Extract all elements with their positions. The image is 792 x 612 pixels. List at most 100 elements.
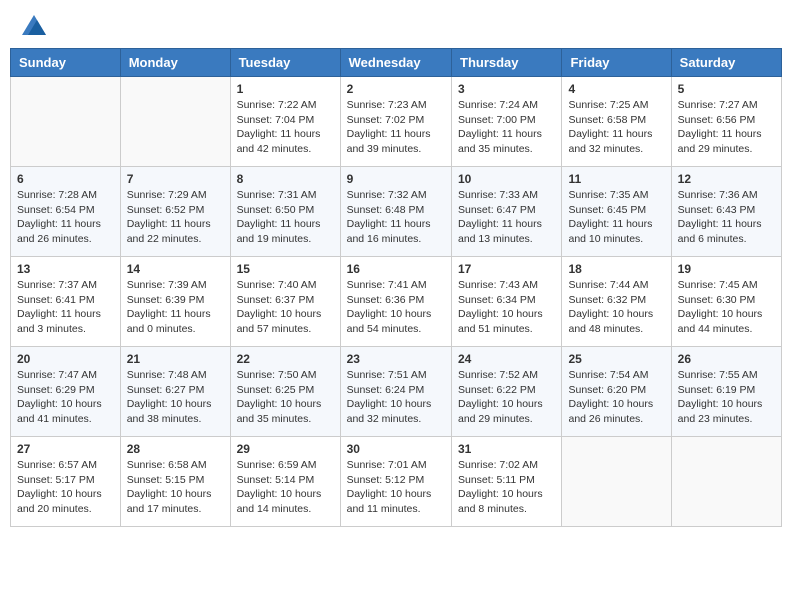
calendar-cell: 20 Sunrise: 7:47 AM Sunset: 6:29 PM Dayli… — [11, 347, 121, 437]
column-header-thursday: Thursday — [452, 49, 562, 77]
day-number: 9 — [347, 172, 445, 186]
calendar-cell: 4 Sunrise: 7:25 AM Sunset: 6:58 PM Daylig… — [562, 77, 671, 167]
cell-content: Sunrise: 7:25 AM Sunset: 6:58 PM Dayligh… — [568, 98, 664, 157]
day-number: 4 — [568, 82, 664, 96]
calendar-cell: 23Sunrise: 7:51 AM Sunset: 6:24 PM Dayli… — [340, 347, 451, 437]
calendar-cell: 21 Sunrise: 7:48 AM Sunset: 6:27 PM Dayli… — [120, 347, 230, 437]
day-number: 18 — [568, 262, 664, 276]
cell-content: Sunrise: 7:29 AM Sunset: 6:52 PM Dayligh… — [127, 188, 224, 247]
day-number: 25 — [568, 352, 664, 366]
calendar-cell: 15 Sunrise: 7:40 AM Sunset: 6:37 PM Dayli… — [230, 257, 340, 347]
calendar-cell: 29Sunrise: 6:59 AM Sunset: 5:14 PM Dayli… — [230, 437, 340, 527]
cell-content: Sunrise: 7:35 AM Sunset: 6:45 PM Dayligh… — [568, 188, 664, 247]
week-row-3: 13 Sunrise: 7:37 AM Sunset: 6:41 PM Dayli… — [11, 257, 782, 347]
day-number: 13 — [17, 262, 114, 276]
column-header-wednesday: Wednesday — [340, 49, 451, 77]
calendar-header-row: SundayMondayTuesdayWednesdayThursdayFrid… — [11, 49, 782, 77]
calendar-cell: 14 Sunrise: 7:39 AM Sunset: 6:39 PM Dayli… — [120, 257, 230, 347]
calendar-cell: 1 Sunrise: 7:22 AM Sunset: 7:04 PM Daylig… — [230, 77, 340, 167]
calendar-cell: 11 Sunrise: 7:35 AM Sunset: 6:45 PM Dayli… — [562, 167, 671, 257]
calendar-cell: 10 Sunrise: 7:33 AM Sunset: 6:47 PM Dayli… — [452, 167, 562, 257]
day-number: 8 — [237, 172, 334, 186]
cell-content: Sunrise: 7:36 AM Sunset: 6:43 PM Dayligh… — [678, 188, 775, 247]
cell-content: Sunrise: 7:24 AM Sunset: 7:00 PM Dayligh… — [458, 98, 555, 157]
day-number: 5 — [678, 82, 775, 96]
calendar-cell — [562, 437, 671, 527]
calendar-cell: 19Sunrise: 7:45 AM Sunset: 6:30 PM Dayli… — [671, 257, 781, 347]
day-number: 6 — [17, 172, 114, 186]
day-number: 27 — [17, 442, 114, 456]
day-number: 26 — [678, 352, 775, 366]
column-header-saturday: Saturday — [671, 49, 781, 77]
column-header-tuesday: Tuesday — [230, 49, 340, 77]
column-header-sunday: Sunday — [11, 49, 121, 77]
cell-content: Sunrise: 7:45 AM Sunset: 6:30 PM Dayligh… — [678, 278, 775, 337]
calendar-cell: 31Sunrise: 7:02 AM Sunset: 5:11 PM Dayli… — [452, 437, 562, 527]
calendar-cell: 24 Sunrise: 7:52 AM Sunset: 6:22 PM Dayli… — [452, 347, 562, 437]
calendar-cell: 17 Sunrise: 7:43 AM Sunset: 6:34 PM Dayli… — [452, 257, 562, 347]
cell-content: Sunrise: 7:44 AM Sunset: 6:32 PM Dayligh… — [568, 278, 664, 337]
cell-content: Sunrise: 6:58 AM Sunset: 5:15 PM Dayligh… — [127, 458, 224, 517]
day-number: 7 — [127, 172, 224, 186]
cell-content: Sunrise: 7:22 AM Sunset: 7:04 PM Dayligh… — [237, 98, 334, 157]
day-number: 12 — [678, 172, 775, 186]
calendar-cell: 30 Sunrise: 7:01 AM Sunset: 5:12 PM Dayli… — [340, 437, 451, 527]
day-number: 10 — [458, 172, 555, 186]
day-number: 29 — [237, 442, 334, 456]
day-number: 1 — [237, 82, 334, 96]
logo-icon — [22, 15, 46, 35]
cell-content: Sunrise: 7:28 AM Sunset: 6:54 PM Dayligh… — [17, 188, 114, 247]
day-number: 21 — [127, 352, 224, 366]
day-number: 24 — [458, 352, 555, 366]
calendar-cell: 8 Sunrise: 7:31 AM Sunset: 6:50 PM Daylig… — [230, 167, 340, 257]
cell-content: Sunrise: 7:41 AM Sunset: 6:36 PM Dayligh… — [347, 278, 445, 337]
day-number: 31 — [458, 442, 555, 456]
day-number: 15 — [237, 262, 334, 276]
cell-content: Sunrise: 7:01 AM Sunset: 5:12 PM Dayligh… — [347, 458, 445, 517]
cell-content: Sunrise: 7:43 AM Sunset: 6:34 PM Dayligh… — [458, 278, 555, 337]
day-number: 28 — [127, 442, 224, 456]
day-number: 17 — [458, 262, 555, 276]
calendar-cell — [671, 437, 781, 527]
column-header-monday: Monday — [120, 49, 230, 77]
calendar-cell: 3 Sunrise: 7:24 AM Sunset: 7:00 PM Daylig… — [452, 77, 562, 167]
cell-content: Sunrise: 7:27 AM Sunset: 6:56 PM Dayligh… — [678, 98, 775, 157]
calendar-cell: 26 Sunrise: 7:55 AM Sunset: 6:19 PM Dayli… — [671, 347, 781, 437]
day-number: 22 — [237, 352, 334, 366]
day-number: 3 — [458, 82, 555, 96]
calendar-cell: 18 Sunrise: 7:44 AM Sunset: 6:32 PM Dayli… — [562, 257, 671, 347]
cell-content: Sunrise: 7:31 AM Sunset: 6:50 PM Dayligh… — [237, 188, 334, 247]
week-row-5: 27 Sunrise: 6:57 AM Sunset: 5:17 PM Dayli… — [11, 437, 782, 527]
cell-content: Sunrise: 7:48 AM Sunset: 6:27 PM Dayligh… — [127, 368, 224, 427]
cell-content: Sunrise: 6:57 AM Sunset: 5:17 PM Dayligh… — [17, 458, 114, 517]
week-row-4: 20 Sunrise: 7:47 AM Sunset: 6:29 PM Dayli… — [11, 347, 782, 437]
calendar-cell: 27 Sunrise: 6:57 AM Sunset: 5:17 PM Dayli… — [11, 437, 121, 527]
day-number: 14 — [127, 262, 224, 276]
calendar-cell: 9Sunrise: 7:32 AM Sunset: 6:48 PM Daylig… — [340, 167, 451, 257]
cell-content: Sunrise: 7:55 AM Sunset: 6:19 PM Dayligh… — [678, 368, 775, 427]
cell-content: Sunrise: 7:23 AM Sunset: 7:02 PM Dayligh… — [347, 98, 445, 157]
cell-content: Sunrise: 7:37 AM Sunset: 6:41 PM Dayligh… — [17, 278, 114, 337]
week-row-2: 6 Sunrise: 7:28 AM Sunset: 6:54 PM Daylig… — [11, 167, 782, 257]
column-header-friday: Friday — [562, 49, 671, 77]
calendar-cell — [11, 77, 121, 167]
calendar-cell: 6 Sunrise: 7:28 AM Sunset: 6:54 PM Daylig… — [11, 167, 121, 257]
page-header — [10, 10, 782, 40]
cell-content: Sunrise: 7:39 AM Sunset: 6:39 PM Dayligh… — [127, 278, 224, 337]
day-number: 23 — [347, 352, 445, 366]
cell-content: Sunrise: 7:54 AM Sunset: 6:20 PM Dayligh… — [568, 368, 664, 427]
cell-content: Sunrise: 7:33 AM Sunset: 6:47 PM Dayligh… — [458, 188, 555, 247]
cell-content: Sunrise: 7:52 AM Sunset: 6:22 PM Dayligh… — [458, 368, 555, 427]
cell-content: Sunrise: 7:50 AM Sunset: 6:25 PM Dayligh… — [237, 368, 334, 427]
cell-content: Sunrise: 7:40 AM Sunset: 6:37 PM Dayligh… — [237, 278, 334, 337]
calendar-cell: 22 Sunrise: 7:50 AM Sunset: 6:25 PM Dayli… — [230, 347, 340, 437]
day-number: 30 — [347, 442, 445, 456]
day-number: 11 — [568, 172, 664, 186]
calendar-cell — [120, 77, 230, 167]
cell-content: Sunrise: 7:47 AM Sunset: 6:29 PM Dayligh… — [17, 368, 114, 427]
day-number: 20 — [17, 352, 114, 366]
calendar-cell: 28 Sunrise: 6:58 AM Sunset: 5:15 PM Dayli… — [120, 437, 230, 527]
calendar-table: SundayMondayTuesdayWednesdayThursdayFrid… — [10, 48, 782, 527]
calendar-cell: 7 Sunrise: 7:29 AM Sunset: 6:52 PM Daylig… — [120, 167, 230, 257]
calendar-cell: 2Sunrise: 7:23 AM Sunset: 7:02 PM Daylig… — [340, 77, 451, 167]
